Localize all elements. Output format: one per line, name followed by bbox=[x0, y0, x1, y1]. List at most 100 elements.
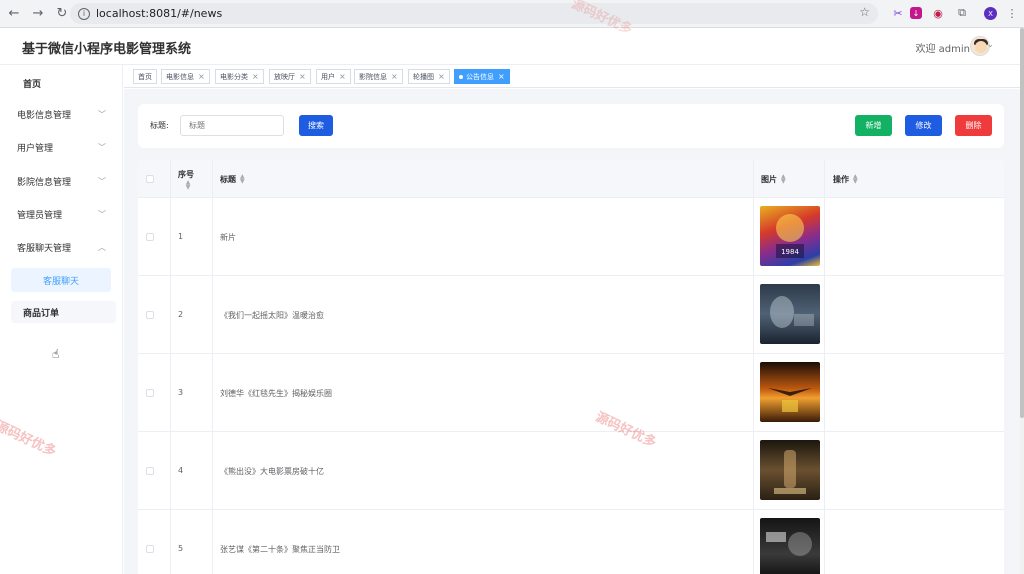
table-row[interactable]: 4 《熊出没》大电影票房破十亿 bbox=[138, 432, 1004, 510]
sidebar-item-home[interactable]: 首页 bbox=[10, 69, 110, 97]
chevron-down-icon: ﹀ bbox=[98, 176, 106, 186]
delete-button[interactable]: 删除 bbox=[955, 115, 992, 136]
address-bar[interactable]: i localhost:8081/#/news ☆ bbox=[70, 3, 878, 24]
row-checkbox[interactable] bbox=[146, 389, 154, 397]
table-row[interactable]: 1 新片 1984 bbox=[138, 198, 1004, 276]
page-scrollbar[interactable] bbox=[1020, 28, 1024, 574]
tag-movie-category[interactable]: 电影分类 × bbox=[215, 69, 264, 84]
column-title[interactable]: 标题 ▲ ▼ bbox=[220, 160, 245, 198]
search-panel: 标题: 搜索 新增 修改 删除 bbox=[138, 104, 1004, 148]
sidebar-subitem-chat[interactable]: 客服聊天 bbox=[11, 268, 111, 292]
sidebar-item-label: 首页 bbox=[23, 79, 42, 90]
app-header: 基于微信小程序电影管理系统 欢迎 admin ⌄ bbox=[0, 28, 1020, 65]
row-checkbox[interactable] bbox=[146, 233, 154, 241]
scissors-extension-icon[interactable]: ✂ bbox=[890, 5, 906, 21]
table-row[interactable]: 3 刘德华《红毯先生》揭秘娱乐圈 bbox=[138, 354, 1004, 432]
table-row[interactable]: 5 张艺谋《第二十条》聚焦正当防卫 bbox=[138, 510, 1004, 574]
sort-icon[interactable]: ▲ ▼ bbox=[240, 174, 245, 185]
reload-icon[interactable]: ↻ bbox=[52, 4, 72, 24]
tag-user[interactable]: 用户 × bbox=[316, 69, 351, 84]
scrollbar-thumb[interactable] bbox=[1020, 28, 1024, 418]
sidebar-item-users[interactable]: 用户管理 ﹀ bbox=[0, 133, 123, 161]
column-index[interactable]: 序号 ▲ ▼ bbox=[178, 160, 194, 198]
sidebar-item-orders[interactable]: 商品订单 bbox=[11, 301, 116, 323]
tag-home[interactable]: 首页 bbox=[133, 69, 157, 84]
tag-label: 放映厅 bbox=[274, 72, 295, 81]
sidebar-item-movie-info[interactable]: 电影信息管理 ﹀ bbox=[0, 100, 123, 128]
active-dot-icon bbox=[459, 74, 463, 79]
tag-movie-info[interactable]: 电影信息 × bbox=[161, 69, 210, 84]
poster-art bbox=[770, 296, 814, 328]
row-checkbox[interactable] bbox=[146, 545, 154, 553]
tag-label: 公告信息 bbox=[466, 72, 494, 81]
sidebar-item-label: 管理员管理 bbox=[17, 210, 63, 221]
welcome-text: 欢迎 admin bbox=[915, 44, 970, 55]
poster-image[interactable] bbox=[760, 284, 820, 344]
tag-label: 轮播图 bbox=[413, 72, 434, 81]
close-icon[interactable]: × bbox=[252, 72, 259, 81]
tags-view: 首页 电影信息 × 电影分类 × 放映厅 × 用户 × 影院信息 × 轮播图 × 公告信息 × bbox=[124, 65, 1020, 88]
row-title: 新片 bbox=[220, 233, 236, 242]
table-row[interactable]: 2 《我们一起摇太阳》温暖治愈 bbox=[138, 276, 1004, 354]
poster-image[interactable] bbox=[760, 362, 820, 422]
tag-notice-info[interactable]: 公告信息 × bbox=[454, 69, 510, 84]
sidebar-item-admins[interactable]: 管理员管理 ﹀ bbox=[0, 200, 123, 228]
back-icon[interactable]: ← bbox=[4, 4, 24, 24]
tag-label: 电影信息 bbox=[166, 72, 194, 81]
close-icon[interactable]: × bbox=[391, 72, 398, 81]
chevron-down-icon: ﹀ bbox=[98, 142, 106, 152]
browser-menu-icon[interactable]: ⋮ bbox=[1004, 5, 1020, 21]
vpn-extension-icon[interactable]: ◉ bbox=[930, 5, 946, 21]
row-title: 张艺谋《第二十条》聚焦正当防卫 bbox=[220, 545, 340, 554]
poster-image[interactable]: 1984 bbox=[760, 206, 820, 266]
edit-button[interactable]: 修改 bbox=[905, 115, 942, 136]
sidebar-item-label: 用户管理 bbox=[17, 143, 54, 154]
close-icon[interactable]: × bbox=[299, 72, 306, 81]
tag-hall[interactable]: 放映厅 × bbox=[269, 69, 311, 84]
tag-label: 电影分类 bbox=[220, 72, 248, 81]
sidebar-item-label: 影院信息管理 bbox=[17, 177, 72, 188]
poster-image[interactable] bbox=[760, 440, 820, 500]
close-icon[interactable]: × bbox=[438, 72, 445, 81]
column-label: 序号 bbox=[178, 169, 194, 179]
bookmark-star-icon[interactable]: ☆ bbox=[859, 5, 870, 19]
download-extension-icon[interactable]: ↓ bbox=[910, 7, 922, 19]
sidebar-item-customer-service[interactable]: 客服聊天管理 ︿ bbox=[0, 233, 123, 261]
title-search-input[interactable] bbox=[180, 115, 284, 136]
app-title: 基于微信小程序电影管理系统 bbox=[22, 42, 192, 57]
column-label: 标题 bbox=[220, 174, 236, 184]
poster-image[interactable] bbox=[760, 518, 820, 574]
sort-icon[interactable]: ▲ ▼ bbox=[186, 179, 191, 190]
column-image[interactable]: 图片 ▲ ▼ bbox=[761, 160, 786, 198]
close-icon[interactable]: × bbox=[198, 72, 205, 81]
sort-icon[interactable]: ▲ ▼ bbox=[781, 174, 786, 185]
forward-icon[interactable]: → bbox=[28, 4, 48, 24]
sidebar-item-cinemas[interactable]: 影院信息管理 ﹀ bbox=[0, 167, 123, 195]
row-index: 1 bbox=[178, 232, 184, 241]
profile-avatar[interactable]: X bbox=[984, 7, 997, 20]
row-title: 刘德华《红毯先生》揭秘娱乐圈 bbox=[220, 389, 332, 398]
column-label: 操作 bbox=[833, 174, 849, 184]
tag-cinema-info[interactable]: 影院信息 × bbox=[354, 69, 403, 84]
row-checkbox[interactable] bbox=[146, 311, 154, 319]
add-button[interactable]: 新增 bbox=[855, 115, 892, 136]
table-header: 序号 ▲ ▼ 标题 ▲ ▼ 图片 ▲ ▼ 操作 ▲ ▼ bbox=[138, 160, 1004, 198]
row-index: 2 bbox=[178, 310, 184, 319]
sort-icon[interactable]: ▲ ▼ bbox=[853, 174, 858, 185]
tag-carousel[interactable]: 轮播图 × bbox=[408, 69, 450, 84]
row-checkbox[interactable] bbox=[146, 467, 154, 475]
poster-art bbox=[774, 450, 806, 494]
select-all-checkbox[interactable] bbox=[146, 175, 154, 183]
row-title: 《我们一起摇太阳》温暖治愈 bbox=[220, 311, 324, 320]
row-index: 4 bbox=[178, 466, 184, 475]
extensions-puzzle-icon[interactable]: ⧉ bbox=[954, 5, 970, 21]
close-icon[interactable]: × bbox=[339, 72, 346, 81]
browser-toolbar: ← → ↻ i localhost:8081/#/news ☆ ✂ ↓ ◉ ⧉ … bbox=[0, 0, 1024, 28]
search-button[interactable]: 搜索 bbox=[299, 115, 333, 136]
close-icon[interactable]: × bbox=[498, 72, 505, 81]
news-table: 序号 ▲ ▼ 标题 ▲ ▼ 图片 ▲ ▼ 操作 ▲ ▼ 1 新片 1984 2 … bbox=[138, 160, 1004, 574]
chevron-down-icon[interactable]: ⌄ bbox=[986, 40, 994, 50]
pointer-cursor-icon: ☝ bbox=[52, 347, 60, 361]
site-info-icon[interactable]: i bbox=[78, 7, 90, 20]
column-ops[interactable]: 操作 ▲ ▼ bbox=[833, 160, 858, 198]
